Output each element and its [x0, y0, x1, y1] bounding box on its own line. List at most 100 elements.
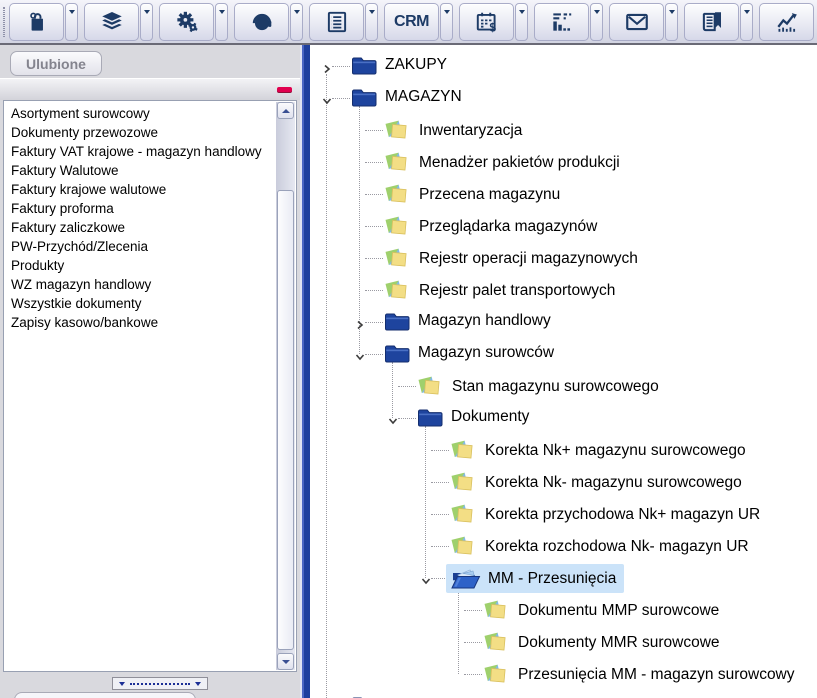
tree-node-label: Przeglądarka magazynów — [419, 218, 597, 236]
tree-node-content[interactable]: ZAKUPY — [347, 52, 455, 78]
tree-node-content[interactable]: Stan magazynu surowcowego — [413, 372, 667, 401]
lower-panel-tab-partial[interactable] — [14, 692, 196, 698]
chevron-down-icon — [294, 10, 300, 14]
tree-node-content[interactable]: Rejestr palet transportowych — [380, 276, 623, 305]
chevron-expanded-icon[interactable] — [421, 573, 431, 583]
favorites-item[interactable]: Asortyment surowcowy — [4, 104, 296, 123]
crm-button[interactable]: CRM — [384, 3, 439, 41]
crm-dropdown-button[interactable] — [440, 3, 453, 41]
journal-book-button[interactable] — [684, 3, 739, 41]
tree-node-label: Stan magazynu surowcowego — [452, 378, 659, 396]
chevron-down-icon — [594, 10, 600, 14]
favorites-item[interactable]: PW-Przychód/Zlecenia — [4, 237, 296, 256]
tree-node-content[interactable]: Dokumenty MMR surowcowe — [479, 628, 728, 657]
tree-node-label: Przesunięcia MM - magazyn surowcowy — [518, 666, 795, 684]
chevron-collapsed-icon[interactable] — [355, 317, 365, 327]
support-headset-dropdown-button[interactable] — [290, 3, 303, 41]
documents-leaf-icon — [384, 182, 412, 207]
toolbar-group-journal-book — [684, 3, 753, 41]
tree-node-content[interactable]: Korekta Nk+ magazynu surowcowego — [446, 436, 754, 465]
journal-book-dropdown-button[interactable] — [740, 3, 753, 41]
favorites-item[interactable]: Dokumenty przewozowe — [4, 123, 296, 142]
toolbar-group-crm: CRM — [384, 3, 453, 41]
scroll-up-icon[interactable] — [277, 102, 294, 119]
tree-node-content[interactable]: Korekta Nk- magazynu surowcowego — [446, 468, 750, 497]
chevron-expanded-icon[interactable] — [322, 93, 332, 103]
favorites-item[interactable]: Faktury krajowe walutowe — [4, 180, 296, 199]
favorites-item[interactable]: Faktury VAT krajowe - magazyn handlowy — [4, 142, 296, 161]
calendar-finance-button[interactable]: $ — [459, 3, 514, 41]
report-chart-dropdown-button[interactable] — [590, 3, 603, 41]
calendar-finance-dropdown-button[interactable] — [515, 3, 528, 41]
list-document-button[interactable] — [309, 3, 364, 41]
toolbar-group-statistics — [759, 3, 814, 41]
tree-node-label: Dokumenty MMR surowcowe — [518, 634, 720, 652]
tree-node-content[interactable]: Dokumenty — [413, 404, 537, 430]
chevron-expanded-icon[interactable] — [388, 413, 398, 423]
folder-icon — [384, 342, 411, 364]
tree-node-label: Przecena magazynu — [419, 186, 560, 204]
folder-open-icon — [450, 566, 481, 591]
favorites-item[interactable]: Faktury proforma — [4, 199, 296, 218]
gears-icon — [174, 9, 200, 35]
tree-node-content[interactable]: Menadżer pakietów produkcji — [380, 148, 628, 177]
collapse-minus-icon[interactable] — [277, 87, 292, 92]
splitter-left-arrow-icon — [119, 682, 125, 686]
shopping-bag-dropdown-button[interactable] — [65, 3, 78, 41]
tree-node-content[interactable]: Przeglądarka magazynów — [380, 212, 605, 241]
documents-leaf-icon — [450, 534, 478, 559]
mail-envelope-dropdown-button[interactable] — [665, 3, 678, 41]
favorites-item[interactable]: Produkty — [4, 256, 296, 275]
shopping-bag-button[interactable] — [9, 3, 64, 41]
tree-node-content[interactable]: Rejestr operacji magazynowych — [380, 244, 646, 273]
report-chart-button[interactable] — [534, 3, 589, 41]
tree-node-label: Magazyn handlowy — [418, 312, 551, 330]
chevron-down-icon — [669, 10, 675, 14]
tree-node-content[interactable]: Magazyn surowców — [380, 340, 562, 366]
chevron-expanded-icon[interactable] — [355, 349, 365, 359]
journal-book-icon — [699, 9, 725, 35]
tree-node-content[interactable] — [347, 692, 386, 698]
tree-node-label: Korekta Nk+ magazynu surowcowego — [485, 442, 746, 460]
layers-dropdown-button[interactable] — [140, 3, 153, 41]
documents-leaf-icon — [384, 246, 412, 271]
layers-button[interactable] — [84, 3, 139, 41]
folder-icon — [351, 86, 378, 108]
horizontal-splitter-handle[interactable] — [112, 677, 208, 690]
documents-leaf-icon — [450, 438, 478, 463]
panel-splitter-bar[interactable] — [300, 45, 310, 698]
gears-dropdown-button[interactable] — [215, 3, 228, 41]
tab-ulubione[interactable]: Ulubione — [10, 51, 102, 76]
favorites-item[interactable]: WZ magazyn handlowy — [4, 275, 296, 294]
toolbar-grip-handle[interactable] — [3, 7, 5, 37]
favorites-item[interactable]: Faktury Walutowe — [4, 161, 296, 180]
favorites-item[interactable]: Wszystkie dokumenty — [4, 294, 296, 313]
tree-node-content[interactable]: Dokumentu MMP surowcowe — [479, 596, 727, 625]
documents-leaf-icon — [384, 278, 412, 303]
favorites-item[interactable]: Zapisy kasowo/bankowe — [4, 313, 296, 332]
scrollbar-thumb[interactable] — [277, 190, 294, 650]
tree-node-content[interactable]: Magazyn handlowy — [380, 308, 559, 334]
mail-envelope-icon — [624, 9, 650, 35]
tree-node-content[interactable]: MAGAZYN — [347, 84, 470, 110]
favorites-item[interactable]: Faktury zaliczkowe — [4, 218, 296, 237]
tree-node-content[interactable]: Korekta przychodowa Nk+ magazyn UR — [446, 500, 768, 529]
scroll-down-icon[interactable] — [277, 653, 294, 670]
favorites-scrollbar[interactable] — [276, 102, 295, 670]
tree-node-content[interactable]: Przesunięcia MM - magazyn surowcowy — [479, 660, 803, 689]
tree-node-content[interactable]: MM - Przesunięcia — [446, 564, 624, 593]
list-document-dropdown-button[interactable] — [365, 3, 378, 41]
favorites-tab-label: Ulubione — [26, 56, 86, 72]
statistics-button[interactable] — [759, 3, 814, 41]
gears-button[interactable] — [159, 3, 214, 41]
chevron-collapsed-icon[interactable] — [322, 61, 332, 71]
tree-node-content[interactable]: Inwentaryzacja — [380, 116, 530, 145]
folder-icon — [384, 310, 411, 332]
toolbar-group-mail-envelope — [609, 3, 678, 41]
support-headset-button[interactable] — [234, 3, 289, 41]
mail-envelope-button[interactable] — [609, 3, 664, 41]
tree-node-content[interactable]: Korekta rozchodowa Nk- magazyn UR — [446, 532, 757, 561]
tree-node-label: Rejestr operacji magazynowych — [419, 250, 638, 268]
report-chart-icon — [549, 9, 575, 35]
tree-node-content[interactable]: Przecena magazynu — [380, 180, 568, 209]
